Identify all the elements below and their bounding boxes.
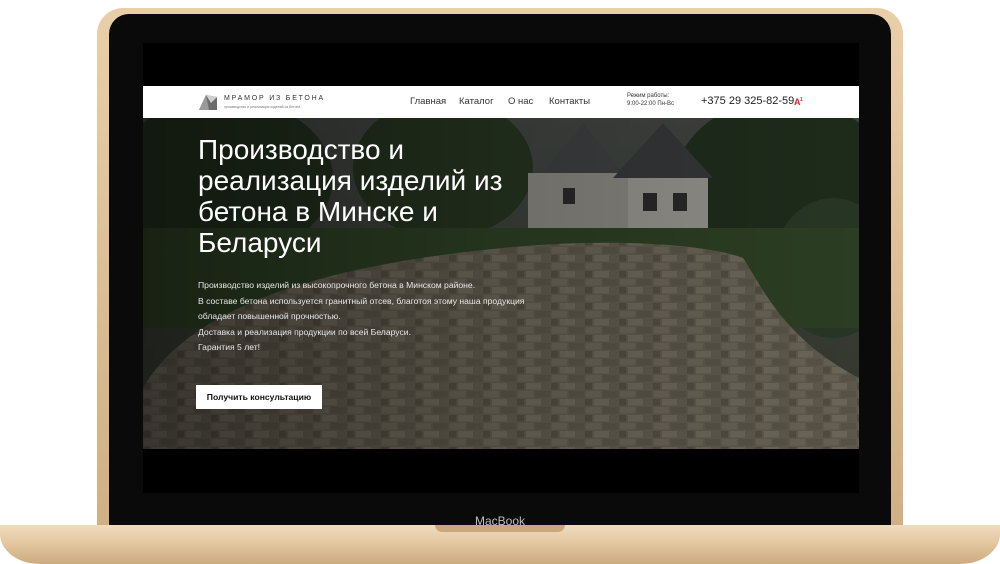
logo-mark-icon [199,95,217,110]
phone-link[interactable]: +375 29 325-82-59 [701,95,794,107]
hero-text-line: Гарантия 5 лет! [198,342,261,352]
hero-text-line: Производство изделий из высокопрочного б… [198,280,476,290]
hero-section: Производство и реализация изделий из бет… [143,118,859,449]
logo-subtitle: производство и реализация изделий из бет… [224,105,301,109]
nav-catalog-link[interactable]: Каталог [459,96,494,107]
working-hours-value: 9:00-22:00 Пн-Вс [627,101,674,107]
working-hours-label: Режим работы: [627,93,670,99]
hero-title: Производство и реализация изделий из бет… [198,134,503,258]
svg-text:1: 1 [800,97,803,103]
website-screen: МРАМОР ИЗ БЕТОНА производство и реализац… [143,43,859,493]
site-header: МРАМОР ИЗ БЕТОНА производство и реализац… [143,86,859,118]
hero-text-line: Доставка и реализация продукции по всей … [198,326,411,337]
nav-about-link[interactable]: О нас [508,96,533,107]
hero-text-line: В составе бетона используется гранитный … [198,295,525,306]
nav-home-link[interactable]: Главная [410,96,446,107]
hero-text-line: обладает повышенной прочностью. [198,311,341,321]
nav-contacts-link[interactable]: Контакты [549,96,590,107]
a1-operator-icon: A 1 [794,97,803,106]
logo-title: МРАМОР ИЗ БЕТОНА [224,95,325,102]
hero-description: Производство изделий из высокопрочного б… [198,278,578,356]
get-consultation-button[interactable]: Получить консультацию [196,385,322,409]
device-brand-label: MacBook [474,514,526,528]
site-logo[interactable]: МРАМОР ИЗ БЕТОНА производство и реализац… [197,93,327,113]
